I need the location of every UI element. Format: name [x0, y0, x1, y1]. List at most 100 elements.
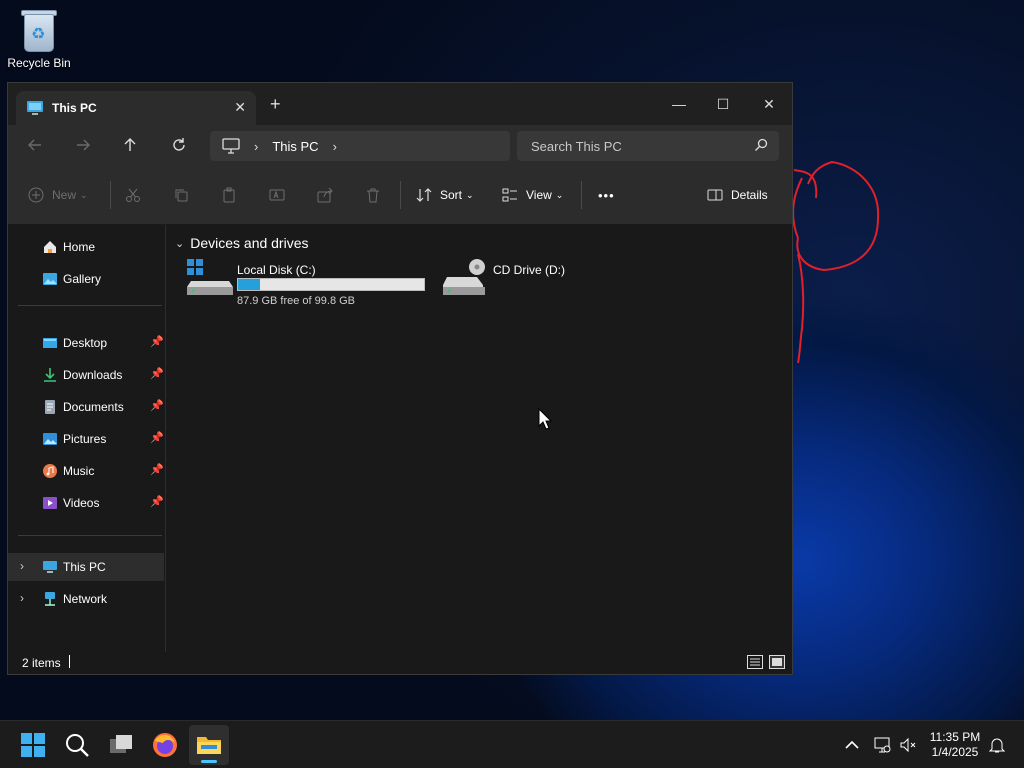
sidebar-item-documents[interactable]: Documents 📌 — [8, 393, 164, 421]
details-view-icon[interactable] — [747, 655, 763, 669]
documents-icon — [45, 400, 55, 414]
drive-usage-fill — [238, 279, 261, 290]
sidebar-item-label: This PC — [63, 560, 106, 574]
up-button[interactable] — [115, 133, 145, 157]
sidebar-item-label: Videos — [63, 496, 100, 510]
back-button[interactable] — [20, 133, 50, 157]
sidebar-item-music[interactable]: Music 📌 — [8, 457, 164, 485]
copy-icon — [175, 189, 188, 202]
close-window-button[interactable]: ✕ — [746, 89, 792, 119]
scissors-icon — [126, 188, 140, 202]
maximize-button[interactable]: ☐ — [700, 89, 746, 119]
search-box[interactable]: Search This PC — [517, 131, 779, 161]
system-clock[interactable]: 11:35 PM 1/4/2025 — [918, 730, 992, 760]
taskbar: 11:35 PM 1/4/2025 — [0, 720, 1024, 768]
pin-icon[interactable]: 📌 — [150, 335, 164, 348]
more-options-button[interactable]: ••• — [598, 183, 615, 207]
music-icon — [43, 464, 57, 478]
arrow-up-icon — [124, 138, 136, 151]
pin-icon[interactable]: 📌 — [150, 463, 164, 476]
chevron-down-icon: ⌄ — [466, 189, 474, 200]
content-pane: ⌄ Devices and drives Local Disk (C:) 87.… — [167, 225, 792, 652]
pin-icon[interactable]: 📌 — [150, 431, 164, 444]
file-explorer-taskbar-button[interactable] — [189, 725, 229, 765]
share-button[interactable] — [317, 183, 333, 207]
this-pc-icon — [43, 561, 57, 573]
cut-button[interactable] — [125, 183, 141, 207]
search-icon[interactable] — [61, 729, 93, 761]
delete-button[interactable] — [365, 183, 381, 207]
breadcrumb-chevron-icon[interactable]: › — [333, 139, 337, 154]
pin-icon[interactable]: 📌 — [150, 367, 164, 380]
devices-and-drives-header[interactable]: ⌄ Devices and drives — [175, 235, 309, 251]
address-bar[interactable]: › This PC › — [210, 131, 510, 161]
arrow-right-icon — [77, 139, 90, 151]
close-tab-icon[interactable]: ✕ — [234, 99, 246, 116]
chevron-right-icon[interactable]: › — [20, 559, 24, 573]
divider — [18, 305, 162, 306]
group-title: Devices and drives — [190, 235, 309, 251]
pin-icon[interactable]: 📌 — [150, 399, 164, 412]
sidebar-item-desktop[interactable]: Desktop 📌 — [8, 329, 164, 357]
sidebar-item-label: Gallery — [63, 272, 102, 286]
red-scribble-annotation — [792, 160, 880, 364]
new-tab-button[interactable]: + — [270, 95, 281, 113]
desktop-folder-icon — [43, 338, 57, 348]
details-label: Details — [731, 188, 768, 202]
network-status-icon[interactable] — [872, 735, 892, 755]
task-view-icon[interactable] — [105, 729, 137, 761]
chevron-right-icon[interactable]: › — [20, 591, 24, 605]
notification-bell-icon[interactable] — [987, 735, 1007, 755]
sidebar-item-home[interactable]: Home — [8, 233, 164, 261]
monitor-icon — [222, 138, 240, 154]
sidebar-item-downloads[interactable]: Downloads 📌 — [8, 361, 164, 389]
drive-name: CD Drive (D:) — [493, 263, 565, 277]
refresh-icon — [173, 138, 185, 151]
copy-button[interactable] — [173, 183, 189, 207]
sort-button[interactable]: Sort ⌄ — [416, 183, 474, 207]
sidebar-item-videos[interactable]: Videos 📌 — [8, 489, 164, 517]
sidebar-item-label: Network — [63, 592, 108, 606]
tab-this-pc[interactable]: This PC ✕ — [16, 91, 256, 125]
recycle-bin-desktop-icon[interactable]: ♻ Recycle Bin — [6, 8, 72, 70]
sidebar-item-network[interactable]: › Network — [8, 585, 164, 613]
divider — [400, 181, 401, 209]
sidebar-item-this-pc[interactable]: › This PC — [8, 553, 164, 581]
chevron-down-icon: ⌄ — [555, 189, 564, 200]
network-icon — [45, 592, 55, 606]
breadcrumb-this-pc[interactable]: This PC — [272, 139, 318, 154]
sidebar-item-gallery[interactable]: Gallery — [8, 265, 164, 293]
file-explorer-icon — [197, 737, 221, 754]
volume-muted-icon[interactable] — [898, 735, 918, 755]
search-icon — [755, 138, 768, 151]
clock-date: 1/4/2025 — [931, 745, 979, 759]
sidebar-item-label: Home — [63, 240, 96, 254]
new-button[interactable]: New ⌄ — [28, 183, 88, 207]
share-icon — [317, 187, 333, 203]
arrow-left-icon — [28, 139, 41, 151]
recycle-bin-icon: ♻ — [20, 8, 58, 52]
breadcrumb-chevron-icon[interactable]: › — [254, 139, 258, 154]
videos-icon — [43, 497, 57, 509]
rename-button[interactable] — [269, 183, 285, 207]
start-icon[interactable] — [17, 729, 49, 761]
title-bar: This PC ✕ + — ☐ ✕ — [8, 83, 792, 125]
chevron-up-icon[interactable] — [842, 735, 862, 755]
refresh-button[interactable] — [164, 133, 194, 157]
pin-icon[interactable]: 📌 — [150, 495, 164, 508]
minimize-button[interactable]: — — [656, 89, 702, 119]
details-pane-button[interactable]: Details — [707, 183, 768, 207]
chevron-down-icon: ⌄ — [175, 237, 185, 250]
mouse-cursor-icon — [538, 408, 552, 430]
paste-button[interactable] — [221, 183, 237, 207]
sort-label: Sort — [440, 188, 463, 202]
view-button[interactable]: View ⌄ — [502, 183, 563, 207]
view-icon — [502, 188, 517, 202]
firefox-icon[interactable] — [149, 729, 181, 761]
sidebar-item-pictures[interactable]: Pictures 📌 — [8, 425, 164, 453]
forward-button[interactable] — [68, 133, 98, 157]
divider — [581, 181, 582, 209]
downloads-icon — [44, 368, 56, 382]
status-bar: 2 items — [8, 652, 792, 674]
large-icons-view-icon[interactable] — [769, 655, 785, 669]
